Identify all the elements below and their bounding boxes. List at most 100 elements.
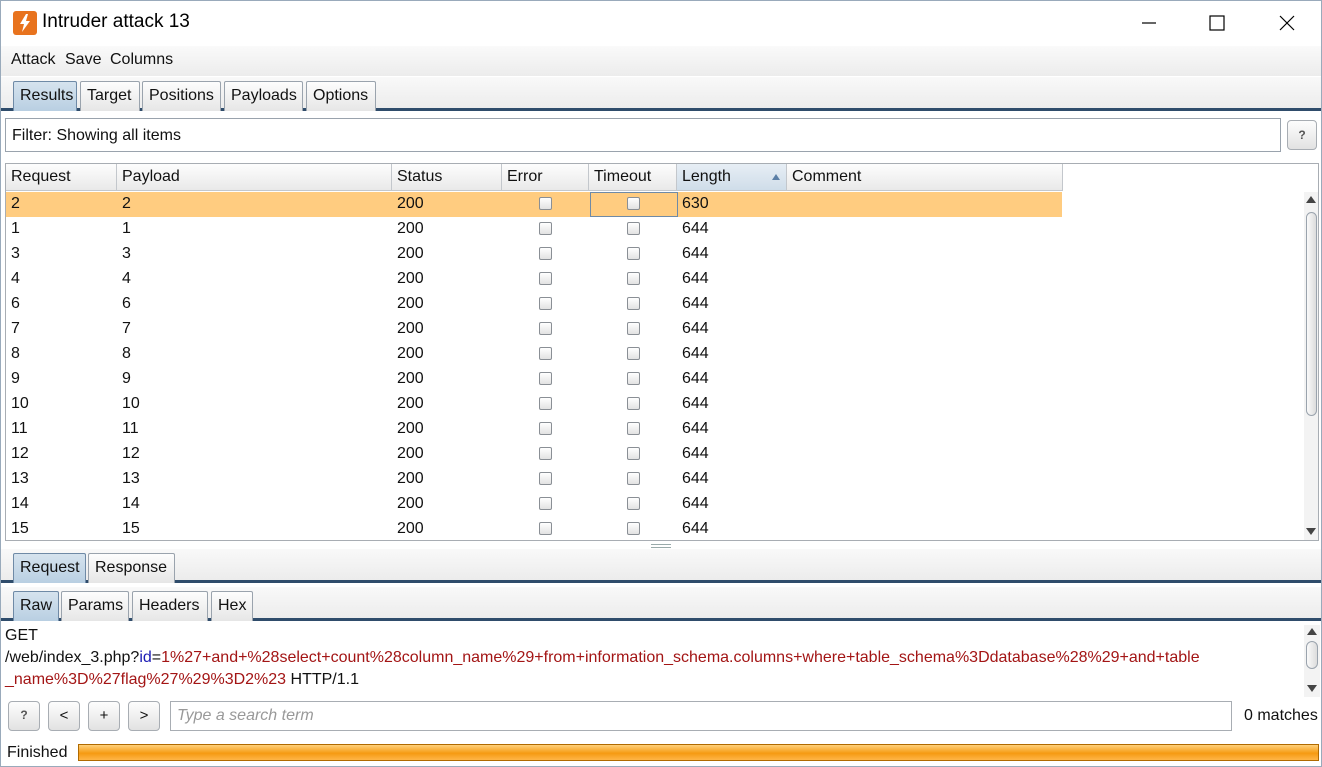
error-checkbox[interactable] — [539, 497, 552, 510]
timeout-checkbox[interactable] — [627, 272, 640, 285]
cell-status: 200 — [397, 445, 424, 462]
editor-scroll-up-icon[interactable] — [1307, 628, 1317, 635]
editor-scrollbar[interactable] — [1304, 625, 1320, 697]
table-scrollbar[interactable] — [1304, 192, 1318, 540]
error-checkbox[interactable] — [539, 372, 552, 385]
scroll-down-arrow-icon[interactable] — [1306, 528, 1316, 535]
error-checkbox[interactable] — [539, 222, 552, 235]
cell-length: 644 — [682, 395, 709, 412]
tab-params[interactable]: Params — [61, 591, 129, 621]
tab-raw[interactable]: Raw — [13, 591, 59, 621]
error-checkbox[interactable] — [539, 472, 552, 485]
search-help-button[interactable]: ? — [8, 701, 40, 731]
cell-payload: 3 — [122, 245, 131, 262]
search-add-button[interactable]: + — [88, 701, 120, 731]
column-length[interactable]: Length — [677, 164, 787, 191]
error-checkbox[interactable] — [539, 347, 552, 360]
tab-options[interactable]: Options — [306, 81, 376, 111]
editor-scrollbar-thumb[interactable] — [1306, 641, 1318, 669]
table-row[interactable]: 1 1 200 644 — [6, 217, 1062, 242]
tab-response[interactable]: Response — [88, 553, 175, 583]
filter-help-button[interactable]: ? — [1287, 120, 1317, 150]
minimize-button[interactable] — [1134, 9, 1164, 37]
raw-request-editor[interactable]: GET /web/index_3.php?id=1%27+and+%28sele… — [1, 625, 1321, 697]
table-row[interactable]: 15 15 200 644 — [6, 517, 1062, 540]
menu-save[interactable]: Save — [65, 51, 101, 69]
cell-status: 200 — [397, 320, 424, 337]
timeout-checkbox[interactable] — [627, 372, 640, 385]
column-payload[interactable]: Payload — [117, 164, 392, 191]
table-row[interactable]: 2 2 200 630 — [6, 192, 1062, 217]
table-row[interactable]: 10 10 200 644 — [6, 392, 1062, 417]
error-checkbox[interactable] — [539, 197, 552, 210]
tab-headers[interactable]: Headers — [132, 591, 208, 621]
timeout-checkbox[interactable] — [627, 497, 640, 510]
cell-length: 644 — [682, 470, 709, 487]
timeout-checkbox[interactable] — [627, 472, 640, 485]
timeout-checkbox[interactable] — [627, 297, 640, 310]
tab-target[interactable]: Target — [80, 81, 140, 111]
error-checkbox[interactable] — [539, 422, 552, 435]
timeout-checkbox[interactable] — [627, 397, 640, 410]
timeout-checkbox[interactable] — [627, 447, 640, 460]
column-request[interactable]: Request — [6, 164, 117, 191]
scrollbar-thumb[interactable] — [1306, 212, 1317, 416]
tab-results[interactable]: Results — [13, 81, 77, 111]
status-text: Finished — [7, 744, 68, 761]
column-timeout[interactable]: Timeout — [589, 164, 677, 191]
view-tab-bar: Raw Params Headers Hex — [1, 587, 1321, 621]
error-checkbox[interactable] — [539, 522, 552, 535]
error-checkbox[interactable] — [539, 447, 552, 460]
cell-request: 8 — [11, 345, 20, 362]
timeout-checkbox[interactable] — [627, 347, 640, 360]
scroll-up-arrow-icon[interactable] — [1306, 196, 1316, 203]
cell-request: 6 — [11, 295, 20, 312]
error-checkbox[interactable] — [539, 322, 552, 335]
column-status[interactable]: Status — [392, 164, 502, 191]
table-row[interactable]: 12 12 200 644 — [6, 442, 1062, 467]
request-line: /web/index_3.php?id=1%27+and+%28select+c… — [5, 649, 1200, 667]
timeout-checkbox[interactable] — [627, 247, 640, 260]
editor-scroll-down-icon[interactable] — [1307, 685, 1317, 692]
timeout-checkbox[interactable] — [627, 422, 640, 435]
menu-attack[interactable]: Attack — [11, 51, 55, 69]
progress-fill — [79, 745, 1318, 760]
pane-splitter-handle[interactable] — [651, 544, 671, 548]
request-method: GET — [5, 627, 38, 644]
column-error[interactable]: Error — [502, 164, 589, 191]
table-row[interactable]: 9 9 200 644 — [6, 367, 1062, 392]
timeout-checkbox[interactable] — [627, 222, 640, 235]
tab-request[interactable]: Request — [13, 553, 86, 583]
table-row[interactable]: 4 4 200 644 — [6, 267, 1062, 292]
timeout-checkbox[interactable] — [627, 322, 640, 335]
tab-hex[interactable]: Hex — [211, 591, 253, 621]
cell-length: 644 — [682, 420, 709, 437]
search-next-button[interactable]: > — [128, 701, 160, 731]
menu-bar: Attack Save Columns — [1, 46, 1321, 76]
maximize-button[interactable] — [1202, 9, 1232, 37]
table-row[interactable]: 3 3 200 644 — [6, 242, 1062, 267]
tab-payloads[interactable]: Payloads — [224, 81, 303, 111]
timeout-checkbox[interactable] — [627, 522, 640, 535]
table-row[interactable]: 11 11 200 644 — [6, 417, 1062, 442]
error-checkbox[interactable] — [539, 247, 552, 260]
table-row[interactable]: 8 8 200 644 — [6, 342, 1062, 367]
close-button[interactable] — [1272, 9, 1302, 37]
tab-positions[interactable]: Positions — [142, 81, 221, 111]
burp-logo-icon — [13, 11, 37, 35]
filter-bar[interactable]: Filter: Showing all items — [5, 118, 1281, 152]
column-comment[interactable]: Comment — [787, 164, 1063, 191]
error-checkbox[interactable] — [539, 272, 552, 285]
timeout-checkbox[interactable] — [627, 197, 640, 210]
table-row[interactable]: 7 7 200 644 — [6, 317, 1062, 342]
error-checkbox[interactable] — [539, 397, 552, 410]
search-input[interactable] — [170, 701, 1232, 731]
search-prev-button[interactable]: < — [48, 701, 80, 731]
menu-columns[interactable]: Columns — [110, 51, 173, 69]
table-row[interactable]: 13 13 200 644 — [6, 467, 1062, 492]
table-row[interactable]: 14 14 200 644 — [6, 492, 1062, 517]
table-row[interactable]: 6 6 200 644 — [6, 292, 1062, 317]
error-checkbox[interactable] — [539, 297, 552, 310]
param-value-cont: _name%3D%27flag%27%29%3D2%23 — [5, 671, 287, 688]
param-value: 1%27+and+%28select+count%28column_name%2… — [161, 649, 1200, 666]
